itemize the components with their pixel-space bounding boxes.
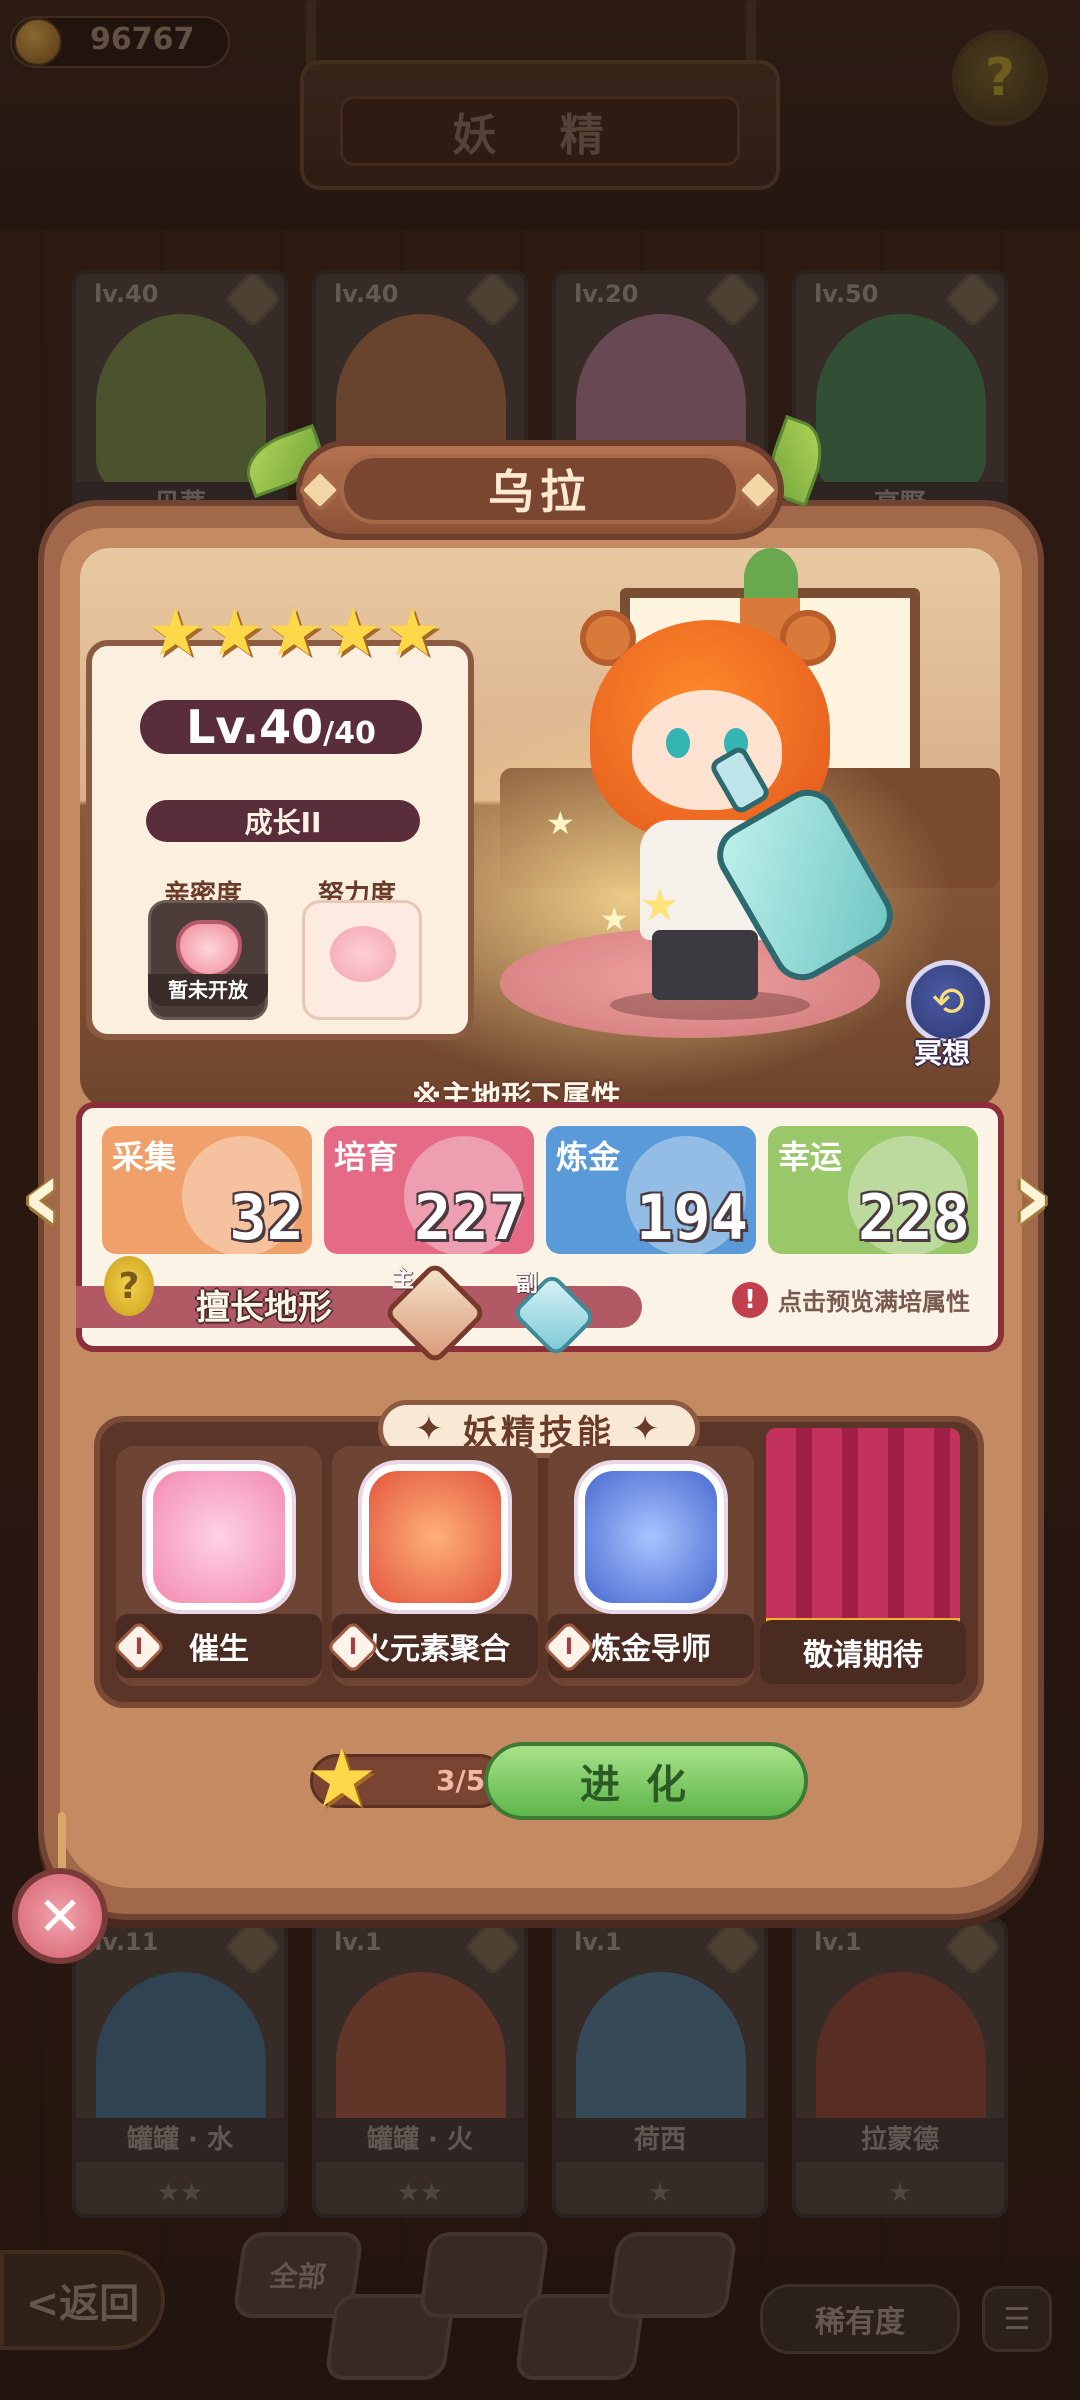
attribute-label: 采集 [112,1138,177,1176]
level-max: /40 [323,716,376,751]
fire-swirl-icon [362,1464,508,1610]
meditate-label: 冥想 [914,1037,971,1070]
next-fairy-arrow[interactable]: › [996,1137,1068,1254]
attribute-label: 炼金 [556,1138,621,1176]
close-rope [58,1812,66,1872]
locked-skill-curtain [766,1428,960,1628]
terrain-label: 擅长地形 [196,1288,332,1328]
skill-level-text: I [134,1634,144,1660]
character-legs [652,930,758,1000]
attribute-value: 32 [229,1181,304,1254]
attribute-label: 培育 [334,1138,399,1176]
character-eye [666,728,690,758]
alchemy-pot-icon [578,1464,724,1610]
fairy-name: 乌拉 [340,454,740,524]
attribute-label: 幸运 [778,1138,843,1176]
alert-icon[interactable]: ! [732,1282,768,1318]
star-icon: ★ [306,1732,378,1825]
sparkle-icon: ★ [546,804,575,842]
attribute-value: 194 [636,1181,748,1254]
close-button[interactable]: ✕ [12,1868,108,1964]
effort-face-icon [330,926,396,982]
coming-soon-label: 敬请期待 [760,1620,966,1684]
growth-stage: 成长II [146,800,420,842]
skill-level-text: I [564,1634,574,1660]
attribute-nurture: 培育 227 [324,1126,534,1254]
fairy-level: Lv.40 /40 [140,700,422,754]
sparkle-icon: ★ [600,900,629,938]
attribute-alchemy: 炼金 194 [546,1126,756,1254]
attribute-value: 228 [858,1181,970,1254]
main-terrain-label: 主 [392,1268,415,1293]
attribute-gather: 采集 32 [102,1126,312,1254]
attribute-luck: 幸运 228 [768,1126,978,1254]
alarm-clock-icon [146,1464,292,1610]
question-sprout-icon[interactable]: ? [104,1256,154,1316]
skill-level-text: I [348,1634,358,1660]
prev-fairy-arrow[interactable]: ‹ [6,1137,78,1254]
evolve-progress-count: 3/5 [436,1764,486,1797]
preview-max-link[interactable]: 点击预览满培属性 [778,1282,970,1317]
fairy-character[interactable] [570,600,910,1020]
sparkle-icon: ✦ [615,1409,664,1449]
star-icons: ★★★★★ [146,594,442,671]
fairy-rarity-stars: ★★★★★ [146,594,442,671]
sparkle-icon: ✦ [414,1409,463,1449]
attribute-value: 227 [414,1181,526,1254]
level-value: Lv.40 [186,700,324,754]
sub-terrain-label: 副 [516,1272,539,1297]
evolve-button[interactable]: 进化 [484,1742,808,1820]
intimacy-status: 暂未开放 [148,974,268,1006]
sparkle-icon: ★ [640,880,680,931]
